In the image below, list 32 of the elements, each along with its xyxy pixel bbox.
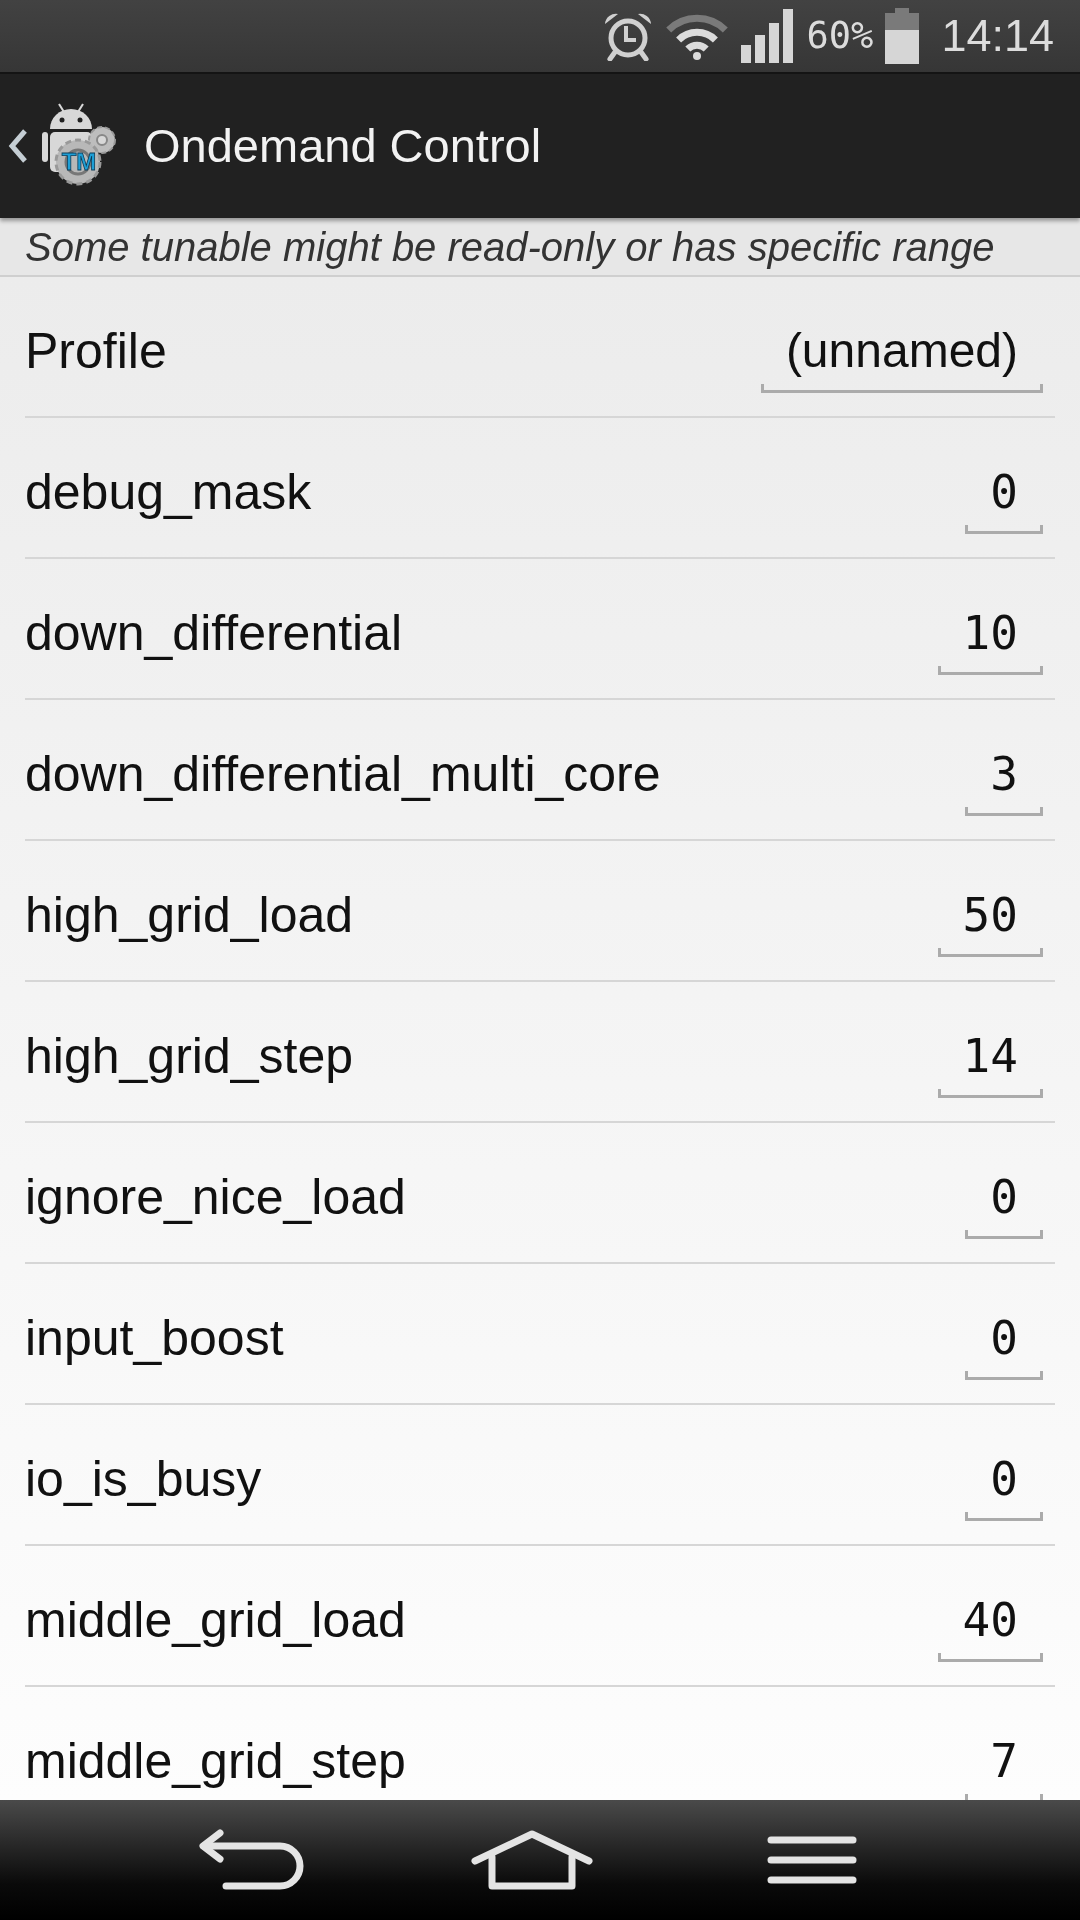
value-field[interactable]: 14 [937, 1028, 1043, 1098]
screen-title: Ondemand Control [144, 118, 542, 174]
value-field[interactable]: (unnamed) [760, 323, 1043, 393]
setting-label: ignore_nice_load [25, 1169, 406, 1225]
wifi-icon [664, 12, 729, 60]
setting-label: high_grid_load [25, 887, 354, 943]
value-field[interactable]: 0 [965, 1310, 1043, 1380]
setting-label: input_boost [25, 1310, 284, 1366]
notice-text: Some tunable might be read-only or has specific range [25, 223, 995, 271]
menu-icon [766, 1834, 858, 1886]
alarm-clock-icon [602, 11, 653, 61]
value-field[interactable]: 0 [965, 464, 1043, 534]
value-field[interactable]: 40 [937, 1592, 1043, 1662]
value-field[interactable]: 0 [965, 1169, 1043, 1239]
battery-icon [885, 8, 920, 64]
value-field[interactable]: 3 [965, 746, 1043, 816]
signal-bars-icon [740, 9, 795, 63]
chevron-left-icon [8, 128, 28, 164]
setting-label: high_grid_step [25, 1028, 354, 1084]
setting-label: debug_mask [25, 464, 312, 520]
setting-label: middle_grid_step [25, 1733, 406, 1789]
house-icon [470, 1829, 594, 1891]
value-field[interactable]: 0 [965, 1451, 1043, 1521]
clock-time: 14:14 [941, 11, 1054, 61]
value-field[interactable]: 10 [937, 605, 1043, 675]
setting-label: down_differential [25, 605, 403, 661]
setting-label: middle_grid_load [25, 1592, 406, 1648]
setting-label: Profile [25, 323, 167, 379]
setting-label: down_differential_multi_core [25, 746, 661, 802]
value-field[interactable]: 50 [937, 887, 1043, 957]
battery-percent: 60% [806, 14, 874, 58]
setting-label: io_is_busy [25, 1451, 262, 1507]
